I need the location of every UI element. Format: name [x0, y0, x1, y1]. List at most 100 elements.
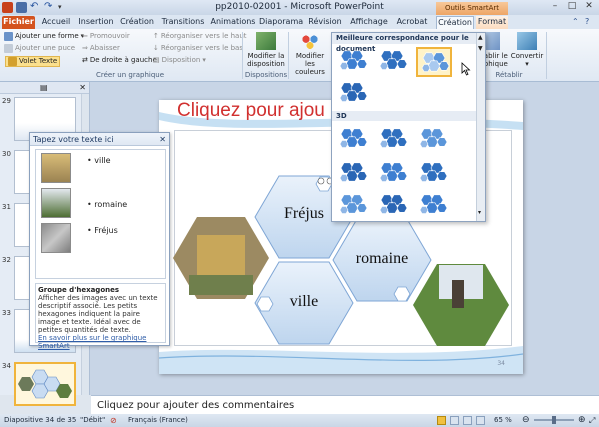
smartart-style-gallery[interactable]: Meilleure correspondance pour le documen… [331, 32, 486, 222]
gallery-style-option[interactable] [336, 125, 372, 155]
image-placeholder[interactable] [41, 153, 71, 183]
tab-smartart-format[interactable]: Format [476, 16, 508, 29]
layout-icon: ▤ [153, 56, 160, 64]
arrow-up-icon: ↑ [153, 32, 159, 40]
layout-gallery-icon [256, 32, 276, 50]
outline-tab-icon[interactable]: ▤ [40, 83, 48, 92]
fit-to-window-icon[interactable]: ⤢ [589, 414, 595, 427]
tab-review[interactable]: Révision [306, 16, 344, 29]
gallery-style-option[interactable] [416, 125, 452, 155]
tab-animations[interactable]: Animations [210, 16, 256, 29]
hexagon-label-romaine[interactable]: romaine [347, 250, 417, 268]
slide-thumbnail-selected[interactable]: 34 [0, 360, 90, 410]
demote-button[interactable]: ⇒ Abaisser [82, 44, 120, 53]
group-separator [546, 32, 547, 79]
smartart-tools-band: Outils SmartArt [436, 2, 508, 15]
window-title: pp2010-02001 - Microsoft PowerPoint [215, 2, 384, 12]
ribbon: Ajouter une forme ▾ Ajouter une puce Vole… [0, 29, 599, 82]
gallery-style-option[interactable] [336, 47, 372, 77]
change-colors-button[interactable]: Modifier les couleurs [290, 32, 330, 76]
move-down-button[interactable]: ↓ Réorganiser vers le bas [153, 44, 243, 53]
minimize-ribbon-icon[interactable]: ⌃ [572, 17, 582, 27]
right-to-left-button[interactable]: ⇄ De droite à gauche [82, 56, 157, 65]
theme-name[interactable]: "Débit" [80, 414, 105, 427]
tab-design[interactable]: Création [118, 16, 156, 29]
close-button[interactable]: ✕ [581, 1, 597, 13]
gallery-style-option[interactable] [376, 125, 412, 155]
text-pane-button[interactable]: Volet Texte [5, 56, 61, 67]
scroll-down-icon[interactable]: ▼ [478, 45, 483, 52]
gallery-style-option[interactable] [376, 191, 412, 221]
convert-icon [517, 32, 537, 50]
gallery-style-option[interactable] [376, 159, 412, 189]
zoom-in-icon[interactable]: ⊕ [578, 414, 586, 427]
move-up-button[interactable]: ↑ Réorganiser vers le haut [153, 32, 247, 41]
reading-view-icon[interactable] [463, 416, 472, 425]
group-separator [242, 32, 243, 79]
zoom-level[interactable]: 65 % [494, 414, 512, 427]
image-placeholder[interactable] [41, 188, 71, 218]
ribbon-tab-icons: ⌃ ? [572, 17, 595, 27]
change-layout-button[interactable]: Modifier la disposition [246, 32, 286, 68]
add-shape-button[interactable]: Ajouter une forme ▾ [4, 32, 84, 41]
notes-pane[interactable]: Cliquez pour ajouter des commentaires [91, 395, 599, 414]
slideshow-icon[interactable] [476, 416, 485, 425]
smartart-text-pane[interactable]: Tapez votre texte ici ✕ • ville • romain… [29, 132, 170, 350]
close-icon[interactable]: ✕ [79, 83, 86, 92]
convert-button[interactable]: Convertir ▾ [510, 32, 544, 68]
status-bar: Diapositive 34 de 35 "Débit" ⊘ Français … [0, 414, 599, 427]
list-item[interactable]: • Fréjus [39, 223, 167, 253]
promote-button[interactable]: ⇐ Promouvoir [82, 32, 130, 41]
gallery-style-option[interactable] [376, 47, 412, 77]
title-bar: ↶ ↷ ▾ pp2010-02001 - Microsoft PowerPoin… [0, 0, 599, 15]
window-controls: – □ ✕ [547, 1, 597, 13]
language-indicator[interactable]: Français (France) [128, 414, 188, 427]
maximize-button[interactable]: □ [564, 1, 580, 13]
mouse-cursor-icon [461, 62, 471, 76]
tab-insert[interactable]: Insertion [77, 16, 115, 29]
right-to-left-icon: ⇄ [82, 56, 88, 64]
gallery-style-option[interactable] [336, 159, 372, 189]
close-icon[interactable]: ✕ [159, 133, 166, 146]
gallery-style-option[interactable] [336, 191, 372, 221]
bullet-icon [4, 44, 13, 53]
tab-transitions[interactable]: Transitions [160, 16, 206, 29]
zoom-slider-handle[interactable] [552, 416, 556, 424]
group-label-layouts: Dispositions [244, 71, 288, 79]
slide-number: 34 [497, 360, 505, 367]
hexagon-label-frejus[interactable]: Fréjus [279, 205, 329, 223]
group-label-create-graphic: Créer un graphique [95, 71, 165, 79]
expand-gallery-icon[interactable]: ▾ [478, 209, 481, 216]
tab-view[interactable]: Affichage [348, 16, 390, 29]
hexagon-thumbnail-icon [18, 369, 72, 399]
gallery-style-option[interactable] [416, 47, 452, 77]
demote-icon: ⇒ [82, 44, 88, 52]
minimize-button[interactable]: – [547, 1, 563, 13]
slide-sorter-icon[interactable] [450, 416, 459, 425]
layout-button[interactable]: ▤ Disposition ▾ [153, 56, 206, 65]
normal-view-icon[interactable] [437, 416, 446, 425]
promote-icon: ⇐ [82, 32, 88, 40]
tab-home[interactable]: Accueil [38, 16, 74, 29]
gallery-scrollbar[interactable]: ▲ ▼ ▾ [476, 33, 485, 221]
building-image [197, 235, 245, 275]
tab-acrobat[interactable]: Acrobat [394, 16, 430, 29]
gallery-style-option[interactable] [416, 191, 452, 221]
tab-slideshow[interactable]: Diaporama [259, 16, 303, 29]
hexagon-label-ville[interactable]: ville [279, 293, 329, 311]
image-placeholder[interactable] [41, 223, 71, 253]
add-bullet-button[interactable]: Ajouter une puce [4, 44, 75, 53]
gallery-style-option[interactable] [416, 159, 452, 189]
tab-file[interactable]: Fichier [2, 16, 35, 29]
scroll-up-icon[interactable]: ▲ [478, 34, 483, 41]
zoom-out-icon[interactable]: ⊖ [522, 414, 530, 427]
gallery-heading-best-match: Meilleure correspondance pour le documen… [332, 33, 477, 53]
list-item[interactable]: • romaine [39, 188, 167, 218]
spellcheck-icon[interactable]: ⊘ [110, 414, 117, 427]
text-pane-icon [8, 57, 17, 66]
help-icon[interactable]: ? [585, 17, 595, 27]
list-item[interactable]: • ville [39, 153, 167, 183]
gallery-style-option[interactable] [336, 79, 372, 109]
group-separator [288, 32, 289, 79]
tab-smartart-design[interactable]: Création [436, 16, 474, 29]
